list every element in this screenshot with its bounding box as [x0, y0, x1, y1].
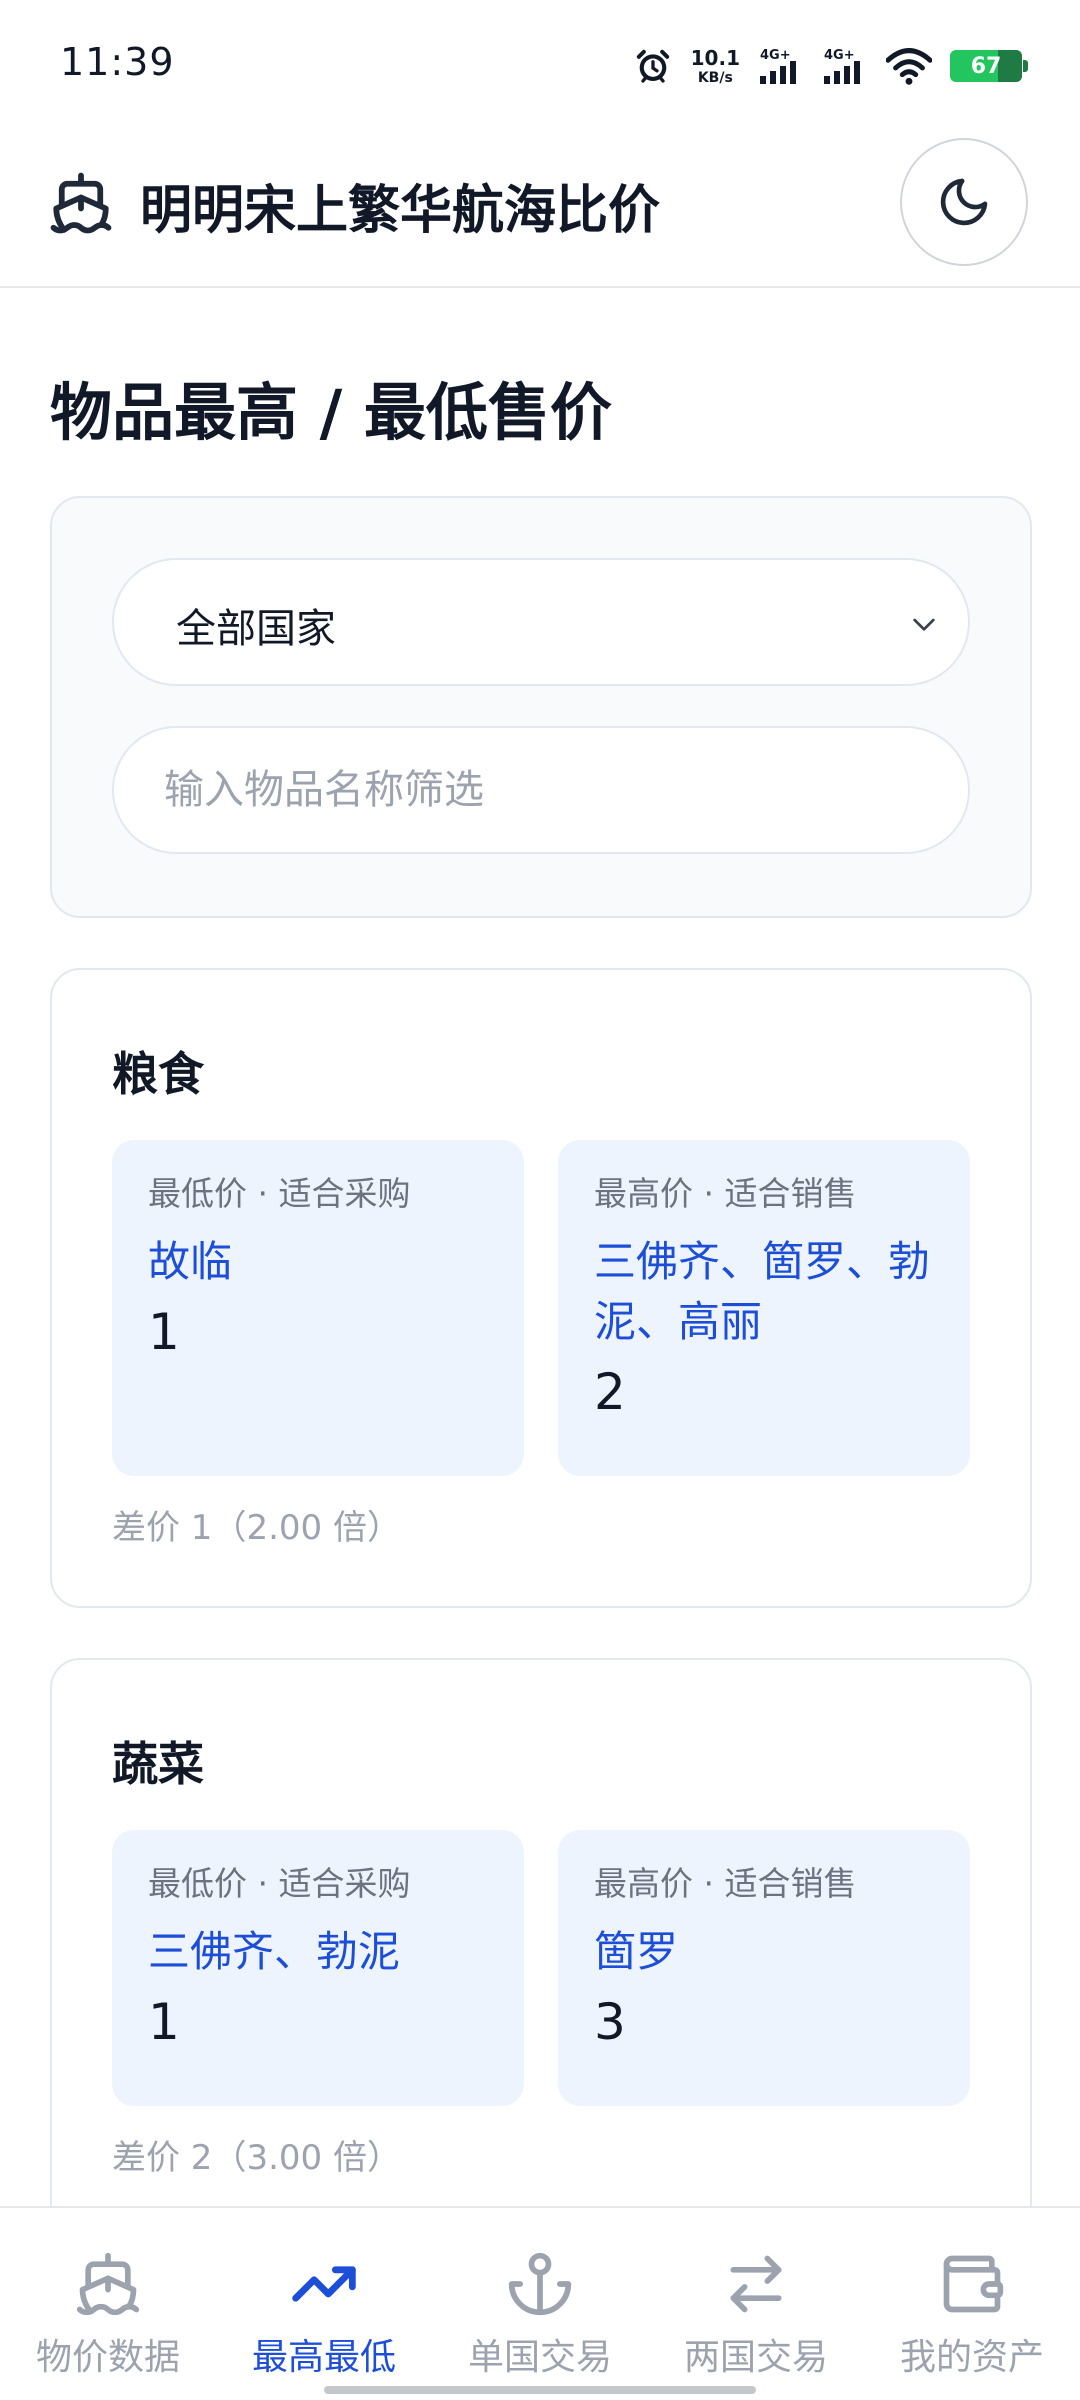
item-name-filter-input[interactable]: [112, 726, 970, 854]
nav-item-price-data[interactable]: 物价数据: [0, 2208, 216, 2388]
chevron-down-icon: [913, 618, 935, 631]
battery-indicator: 67: [950, 50, 1028, 82]
signal-label-1: 4G+: [760, 48, 791, 63]
net-speed: 10.1 KB/s: [691, 48, 740, 85]
nav-label: 最高最低: [251, 2337, 396, 2378]
status-icons: 10.1 KB/s 4G+ 4G+ 67: [633, 38, 1028, 94]
lowest-price-box: 最低价 · 适合采购 三佛齐、勃泥 1: [112, 1830, 524, 2106]
net-speed-unit: KB/s: [697, 69, 733, 86]
ship-icon: [76, 2252, 140, 2316]
ship-icon: [50, 172, 112, 234]
nav-item-my-assets[interactable]: 我的资产: [864, 2208, 1080, 2388]
battery-level: 67: [970, 53, 1002, 79]
net-speed-value: 10.1: [690, 45, 740, 70]
page-title: 物品最高 / 最低售价: [50, 376, 612, 449]
lowest-price-countries: 三佛齐、勃泥: [148, 1927, 401, 1976]
nav-item-high-low[interactable]: 最高最低: [216, 2208, 432, 2388]
filter-panel: 全部国家: [50, 496, 1032, 918]
highest-price-box: 最高价 · 适合销售 三佛齐、箇罗、勃泥、高丽 2: [558, 1140, 970, 1476]
item-name: 粮食: [112, 1047, 204, 1101]
nav-label: 单国交易: [467, 2337, 612, 2378]
item-name: 蔬菜: [112, 1737, 204, 1791]
wallet-icon: [943, 2255, 1004, 2313]
swap-icon: [730, 2255, 782, 2313]
signal-icon: 4G+: [824, 48, 860, 84]
lowest-price-box: 最低价 · 适合采购 故临 1: [112, 1140, 524, 1476]
highest-price-label: 最高价 · 适合销售: [594, 1174, 857, 1213]
price-difference: 差价 1（2.00 倍）: [112, 1508, 401, 1548]
highest-price-label: 最高价 · 适合销售: [594, 1864, 857, 1903]
status-time: 11:39: [60, 40, 175, 84]
nav-label: 物价数据: [35, 2337, 180, 2378]
price-difference: 差价 2（3.00 倍）: [112, 2138, 401, 2178]
signal-label-2: 4G+: [824, 48, 855, 63]
nav-item-two-country-trade[interactable]: 两国交易: [648, 2208, 864, 2388]
highest-price-countries: 箇罗: [594, 1927, 679, 1976]
item-card: 粮食 最低价 · 适合采购 故临 1 最高价 · 适合销售 三佛齐、箇罗、勃泥、…: [50, 968, 1032, 1608]
nav-label: 我的资产: [899, 2337, 1044, 2378]
signal-icon: 4G+: [760, 48, 796, 84]
alarm-icon: [636, 49, 669, 83]
highest-price-value: 2: [594, 1363, 626, 1421]
highest-price-box: 最高价 · 适合销售 箇罗 3: [558, 1830, 970, 2106]
anchor-icon: [508, 2252, 572, 2316]
lowest-price-value: 1: [148, 1303, 180, 1361]
trending-up-icon: [292, 2266, 356, 2302]
bottom-nav: 物价数据 最高最低 单国交易 两国交易 我的资产: [0, 2206, 1080, 2400]
nav-item-single-country-trade[interactable]: 单国交易: [432, 2208, 648, 2388]
status-bar: 11:39 10.1 KB/s 4G+ 4G+ 67: [0, 0, 1080, 130]
highest-price-countries: 三佛齐、箇罗、勃泥、高丽: [594, 1237, 931, 1346]
lowest-price-label: 最低价 · 适合采购: [148, 1174, 411, 1213]
lowest-price-label: 最低价 · 适合采购: [148, 1864, 411, 1903]
country-select-value: 全部国家: [176, 606, 336, 652]
app-header: 明明宋上繁华航海比价: [0, 130, 1080, 288]
wifi-icon: [886, 48, 932, 85]
theme-toggle-button[interactable]: [900, 138, 1028, 266]
nav-label: 两国交易: [683, 2337, 828, 2378]
app-title: 明明宋上繁华航海比价: [140, 181, 661, 241]
country-select[interactable]: 全部国家: [112, 558, 970, 686]
moon-icon: [940, 178, 988, 226]
lowest-price-countries: 故临: [148, 1237, 233, 1286]
home-indicator[interactable]: [324, 2386, 756, 2394]
lowest-price-value: 1: [148, 1993, 180, 2051]
highest-price-value: 3: [594, 1993, 626, 2051]
